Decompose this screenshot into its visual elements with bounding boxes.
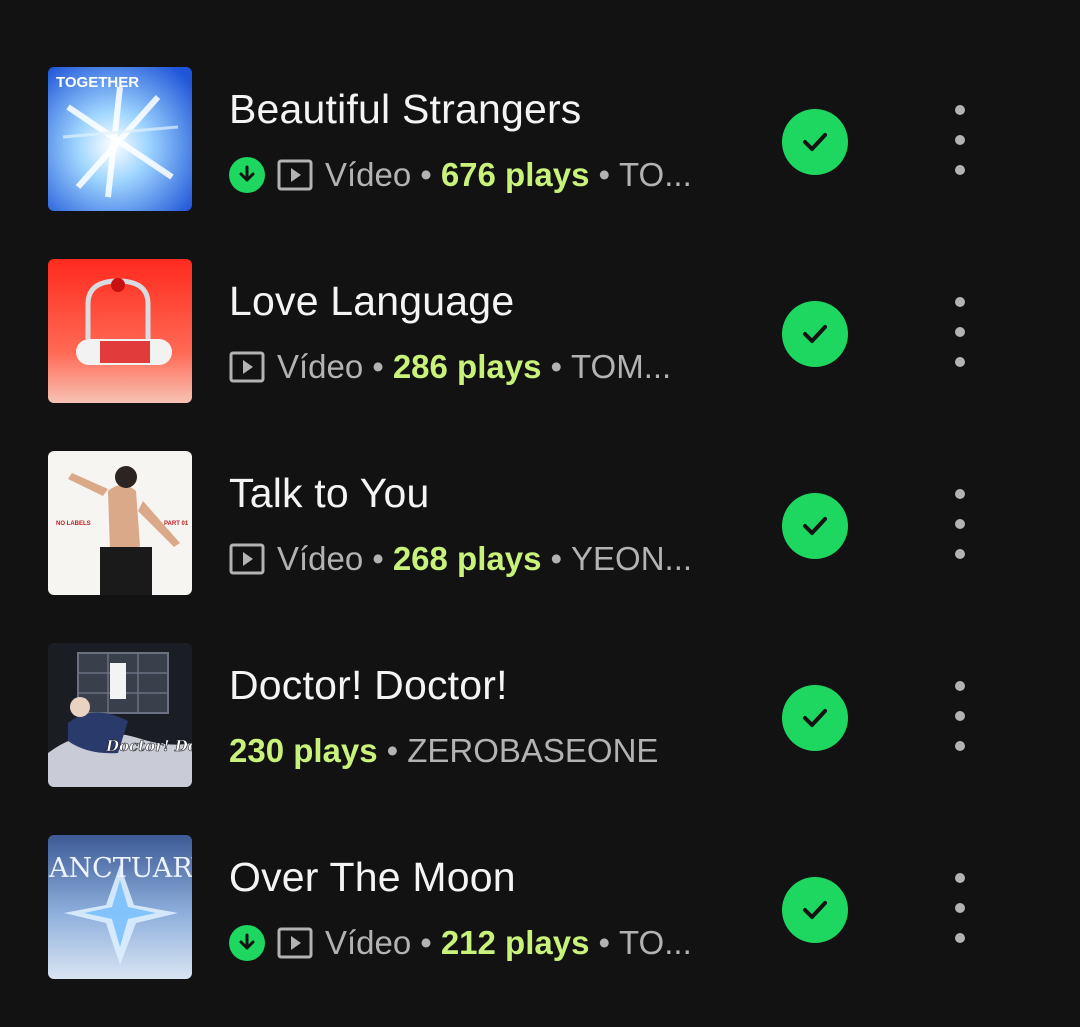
- svg-text:PART 01: PART 01: [164, 521, 189, 527]
- play-count: 676 plays: [440, 156, 590, 193]
- svg-text:TOGETHER: TOGETHER: [56, 74, 139, 91]
- track-row[interactable]: Love Language Vídeo • 286 plays • TOM...: [0, 259, 1080, 451]
- track-type: Vídeo: [277, 540, 364, 577]
- album-cover: NO LABELS PART 01: [48, 451, 192, 595]
- track-row[interactable]: TOGETHER Beautiful Strangers Vídeo • 676…: [0, 67, 1080, 259]
- more-options-icon[interactable]: [940, 681, 980, 751]
- track-meta: Vídeo • 212 plays • TO...: [229, 921, 692, 965]
- track-title[interactable]: Talk to You: [229, 467, 430, 519]
- video-icon: [229, 543, 265, 575]
- play-count: 212 plays: [440, 924, 590, 961]
- track-meta: Vídeo • 268 plays • YEON...: [229, 537, 692, 581]
- track-artist[interactable]: TO...: [619, 156, 692, 194]
- track-meta: Vídeo • 676 plays • TO...: [229, 153, 692, 197]
- track-title[interactable]: Love Language: [229, 275, 514, 327]
- download-icon: [229, 925, 265, 961]
- check-circle-icon[interactable]: [782, 877, 848, 943]
- video-icon: [277, 927, 313, 959]
- check-circle-icon[interactable]: [782, 301, 848, 367]
- track-title[interactable]: Over The Moon: [229, 851, 516, 903]
- track-type: Vídeo: [325, 924, 412, 961]
- play-count: 268 plays: [392, 540, 542, 577]
- svg-text:Doctor! Doctor: Doctor! Doctor: [105, 737, 192, 755]
- svg-text:SANCTUARY: SANCTUARY: [48, 853, 192, 884]
- download-icon: [229, 157, 265, 193]
- album-cover: Doctor! Doctor: [48, 643, 192, 787]
- more-options-icon[interactable]: [940, 489, 980, 559]
- more-options-icon[interactable]: [940, 297, 980, 367]
- album-cover: TOGETHER: [48, 67, 192, 211]
- album-cover: [48, 259, 192, 403]
- check-circle-icon[interactable]: [782, 493, 848, 559]
- track-meta: Vídeo • 286 plays • TOM...: [229, 345, 671, 389]
- play-count: 230 plays: [229, 732, 378, 769]
- track-row[interactable]: SANCTUARY Over The Moon Vídeo • 212 play…: [0, 835, 1080, 1027]
- svg-text:NO LABELS: NO LABELS: [56, 521, 91, 527]
- track-artist[interactable]: TO...: [619, 924, 692, 962]
- play-count: 286 plays: [392, 348, 542, 385]
- video-icon: [277, 159, 313, 191]
- track-artist[interactable]: YEON...: [571, 540, 692, 578]
- track-meta: 230 plays • ZEROBASEONE: [229, 732, 659, 770]
- track-type: Vídeo: [325, 156, 412, 193]
- track-row[interactable]: Doctor! Doctor Doctor! Doctor! 230 plays…: [0, 643, 1080, 835]
- check-circle-icon[interactable]: [782, 109, 848, 175]
- track-row[interactable]: NO LABELS PART 01 Talk to You Vídeo • 26…: [0, 451, 1080, 643]
- more-options-icon[interactable]: [940, 105, 980, 175]
- track-title[interactable]: Doctor! Doctor!: [229, 659, 508, 711]
- track-type: Vídeo: [277, 348, 364, 385]
- more-options-icon[interactable]: [940, 873, 980, 943]
- video-icon: [229, 351, 265, 383]
- check-circle-icon[interactable]: [782, 685, 848, 751]
- album-cover: SANCTUARY: [48, 835, 192, 979]
- track-artist[interactable]: ZEROBASEONE: [407, 732, 658, 770]
- track-artist[interactable]: TOM...: [571, 348, 671, 386]
- track-title[interactable]: Beautiful Strangers: [229, 83, 582, 135]
